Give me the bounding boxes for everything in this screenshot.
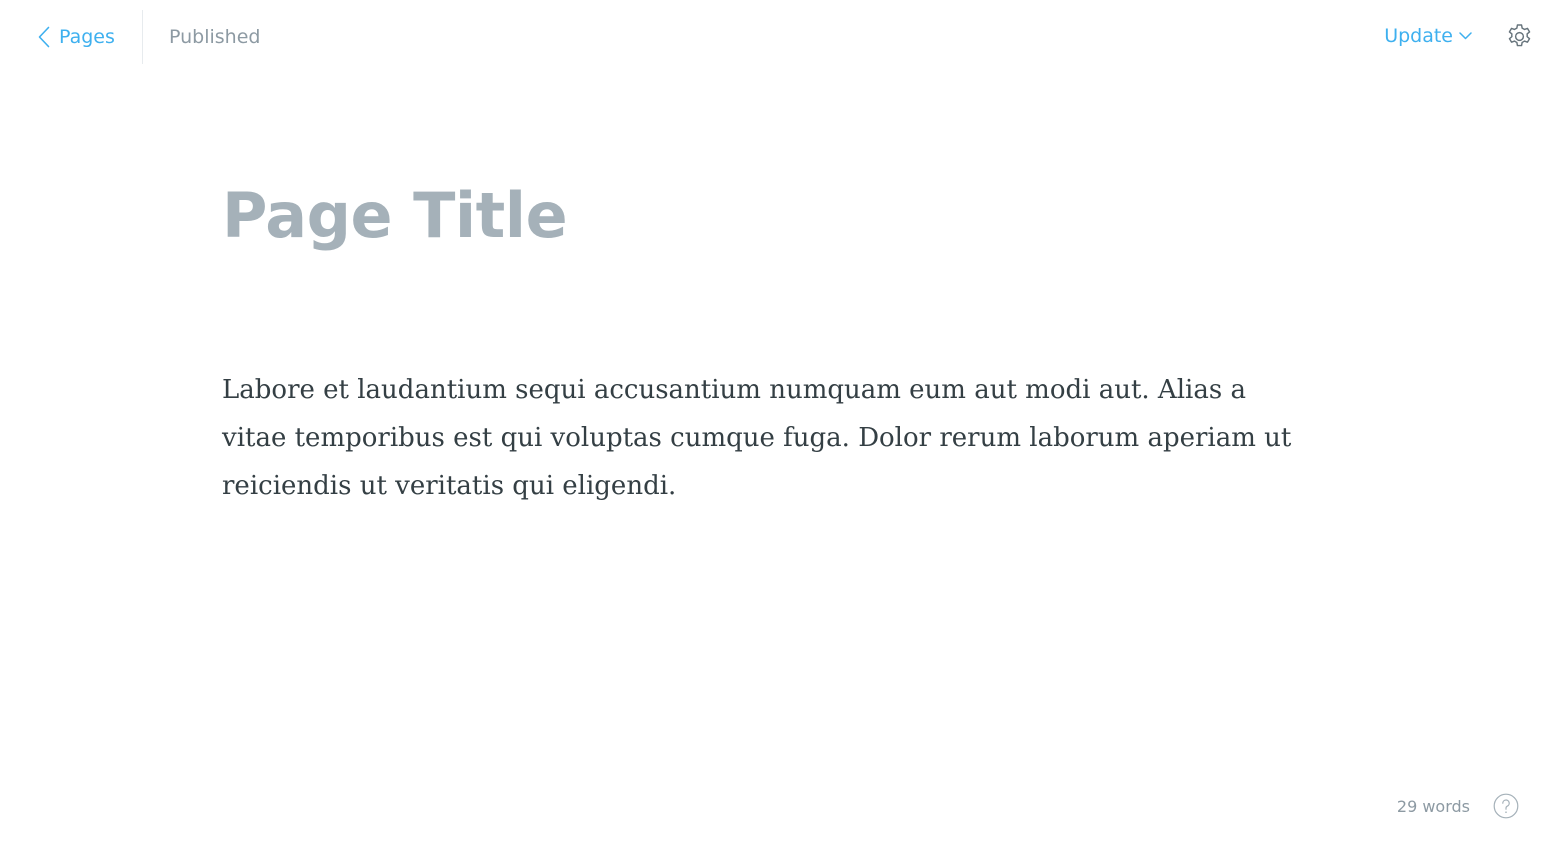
page-title-input[interactable]: Page Title (222, 168, 1312, 264)
post-status: Published (169, 26, 261, 48)
header-divider (142, 10, 143, 64)
word-count: 29 words (1396, 797, 1470, 816)
update-button[interactable]: Update (1384, 21, 1472, 51)
editor-header: Pages Published Update (0, 0, 1554, 72)
gear-icon (1508, 24, 1531, 47)
editor-canvas: Page Title Labore et laudantium sequi ac… (222, 168, 1312, 501)
settings-button[interactable] (1505, 22, 1534, 51)
chevron-left-icon (38, 26, 50, 48)
update-button-label: Update (1384, 25, 1453, 47)
back-to-pages-link[interactable]: Pages (38, 22, 115, 52)
body-text-editor[interactable]: Labore et laudantium sequi accusantium n… (222, 366, 1312, 510)
chevron-down-icon (1459, 32, 1472, 40)
back-link-label: Pages (59, 26, 115, 48)
help-button[interactable] (1493, 793, 1519, 819)
question-circle-icon (1493, 793, 1519, 819)
